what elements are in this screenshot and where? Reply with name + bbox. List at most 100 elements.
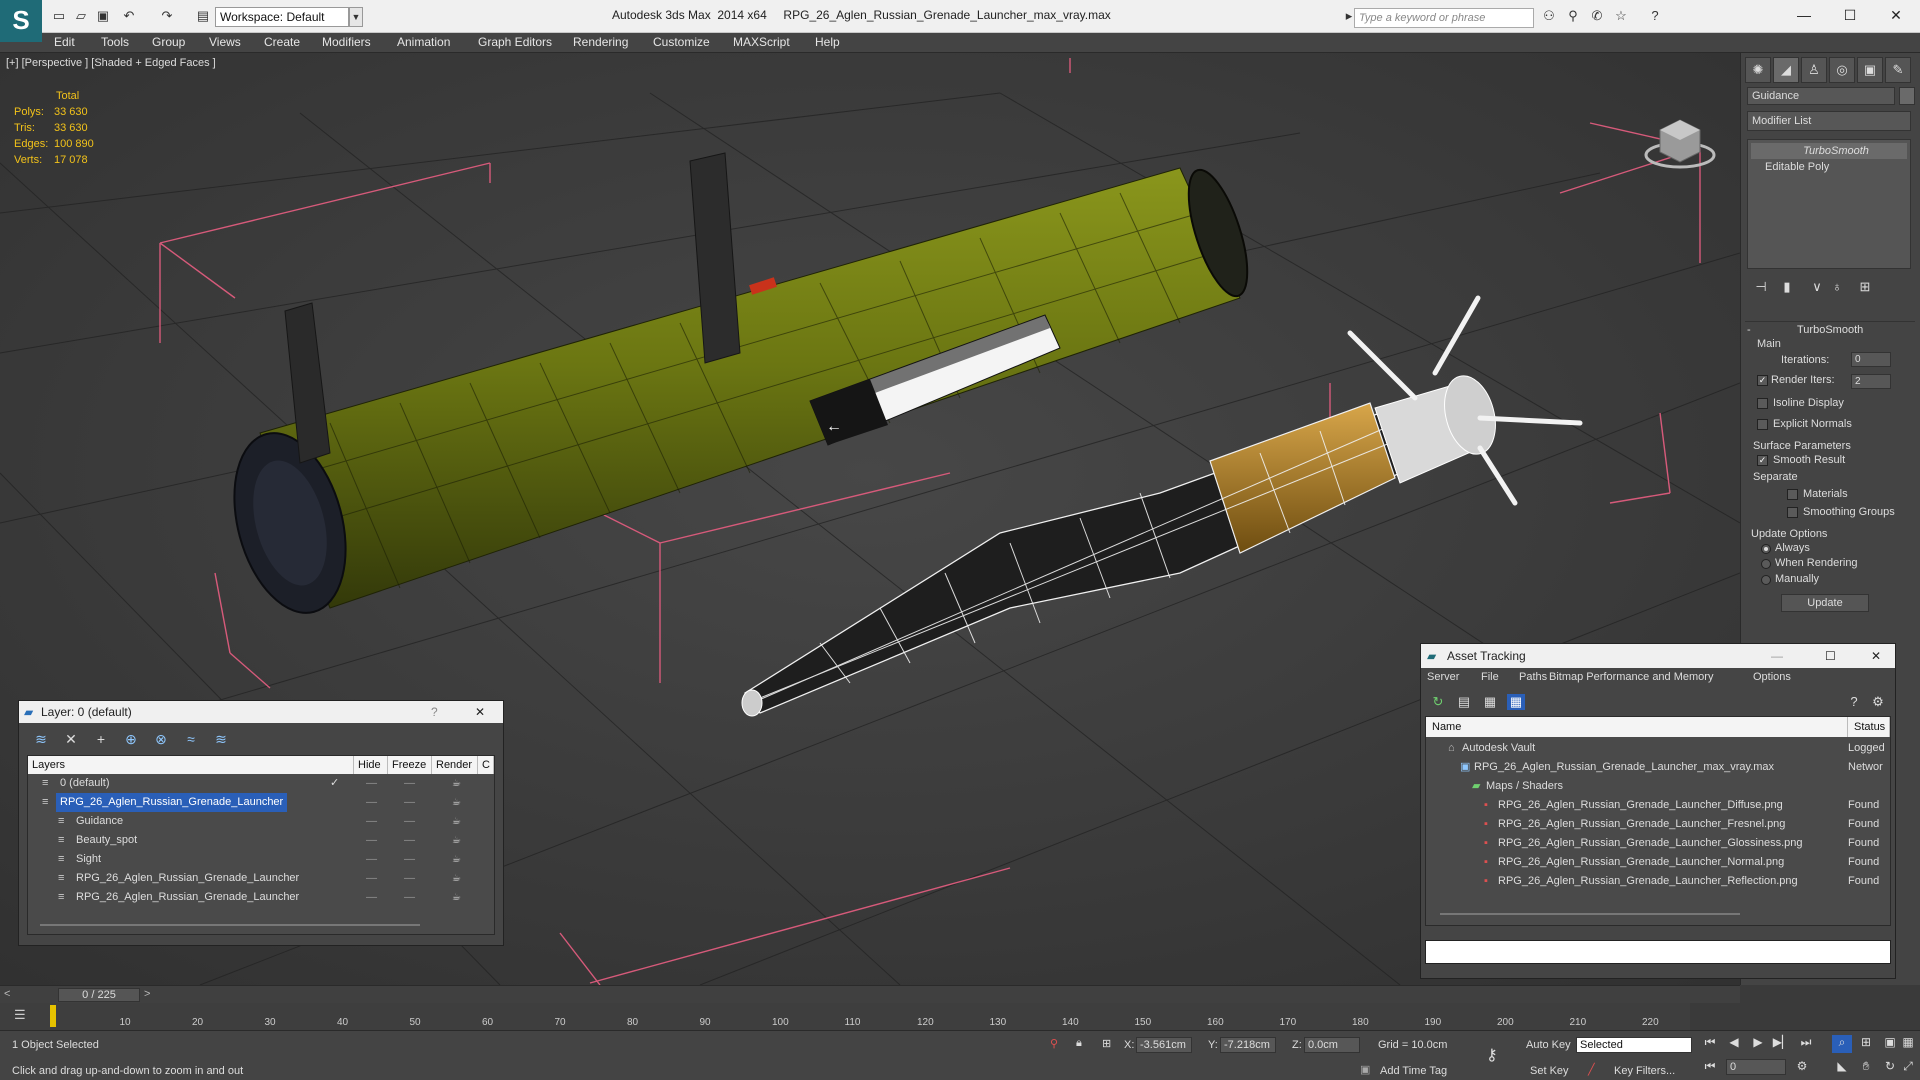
close-icon[interactable]: ✕ <box>475 701 485 723</box>
show-end-result-icon[interactable]: ▮ <box>1777 279 1797 297</box>
menu-maxscript[interactable]: MAXScript <box>733 35 790 49</box>
rollout-collapse-icon[interactable]: - <box>1747 324 1751 336</box>
pin-stack-icon[interactable]: ⊣ <box>1751 279 1771 297</box>
frame-indicator[interactable]: 0 / 225 <box>58 988 140 1002</box>
go-to-start-icon[interactable]: ⏮ <box>1700 1035 1720 1053</box>
menu-animation[interactable]: Animation <box>397 35 450 49</box>
remove-modifier-icon[interactable]: ♁ <box>1827 279 1847 297</box>
asset-row[interactable]: ▣ RPG_26_Aglen_Russian_Grenade_Launcher_m… <box>1426 758 1890 777</box>
hide-toggle[interactable]: ‒‒ <box>366 812 377 831</box>
smoothing-groups-checkbox[interactable] <box>1787 507 1798 518</box>
help-icon[interactable]: ? <box>1646 8 1664 24</box>
default-tangent-icon[interactable]: ╱ <box>1588 1063 1595 1076</box>
asset-menu-server[interactable]: Server <box>1427 671 1459 683</box>
menu-rendering[interactable]: Rendering <box>573 35 628 49</box>
materials-checkbox[interactable] <box>1787 489 1798 500</box>
menu-edit[interactable]: Edit <box>54 35 75 49</box>
hide-toggle[interactable]: ‒‒ <box>366 831 377 850</box>
layer-row[interactable]: ≡ Sight ‒‒ ‒‒ ☕︎ <box>28 850 494 869</box>
refresh-icon[interactable]: ↻ <box>1429 694 1447 710</box>
hide-toggle[interactable]: ‒‒ <box>366 888 377 907</box>
chevron-down-icon[interactable]: ▼ <box>349 7 363 27</box>
asset-row[interactable]: ▰ Maps / Shaders <box>1426 777 1890 796</box>
render-teapot-icon[interactable]: ☕︎ <box>452 869 461 888</box>
next-frame-icon[interactable]: ▶▏ <box>1772 1035 1792 1053</box>
redo-icon[interactable]: ↷ <box>158 8 176 24</box>
hide-toggle[interactable]: ‒‒ <box>366 774 377 793</box>
select-objects-icon[interactable]: ⊕ <box>121 731 141 749</box>
col-name[interactable]: Name <box>1426 717 1848 737</box>
asset-row[interactable]: ▪ RPG_26_Aglen_Russian_Grenade_Launcher_R… <box>1426 872 1890 891</box>
layer-name[interactable]: RPG_26_Aglen_Russian_Grenade_Launcher <box>56 793 288 812</box>
play-icon[interactable]: ▶ <box>1748 1035 1768 1053</box>
render-iters-spinner[interactable]: 2 <box>1851 374 1891 389</box>
binoculars-icon[interactable]: ⚇ <box>1540 8 1558 24</box>
layer-name[interactable]: Guidance <box>72 812 127 831</box>
time-tag-icon[interactable]: ▣ <box>1360 1063 1370 1076</box>
search-input[interactable]: Type a keyword or phrase <box>1354 8 1534 28</box>
hierarchy-tab-icon[interactable]: ♙ <box>1801 57 1827 83</box>
freeze-toggle[interactable]: ‒‒ <box>404 869 415 888</box>
col-render[interactable]: Render <box>432 756 478 774</box>
layer-row[interactable]: ≡ Beauty_spot ‒‒ ‒‒ ☕︎ <box>28 831 494 850</box>
zoom-extents-icon[interactable]: ▣ <box>1880 1035 1900 1053</box>
add-time-tag[interactable]: Add Time Tag <box>1380 1065 1447 1077</box>
layer-row[interactable]: ≡ RPG_26_Aglen_Russian_Grenade_Launcher ‒‒… <box>28 793 494 812</box>
asset-row[interactable]: ▪ RPG_26_Aglen_Russian_Grenade_Launcher_F… <box>1426 815 1890 834</box>
slider-prev-icon[interactable]: < <box>4 988 10 1000</box>
maximize-viewport-icon[interactable]: ⤢ <box>1898 1059 1918 1077</box>
asset-path-field[interactable] <box>1425 940 1891 964</box>
hide-all-icon[interactable]: ≈ <box>181 731 201 749</box>
y-coordinate-field[interactable]: -7.218cm <box>1220 1037 1276 1053</box>
motion-tab-icon[interactable]: ◎ <box>1829 57 1855 83</box>
delete-layer-icon[interactable]: ✕ <box>61 731 81 749</box>
isoline-checkbox[interactable] <box>1757 398 1768 409</box>
help-icon[interactable]: ? <box>431 701 438 723</box>
layer-row[interactable]: ≡ Guidance ‒‒ ‒‒ ☕︎ <box>28 812 494 831</box>
minimize-icon[interactable]: — <box>1771 644 1783 668</box>
asset-row[interactable]: ⌂ Autodesk Vault Logged <box>1426 739 1890 758</box>
col-color[interactable]: C <box>478 756 494 774</box>
object-color-swatch[interactable] <box>1899 87 1915 105</box>
hide-toggle[interactable]: ‒‒ <box>366 793 377 812</box>
menu-modifiers[interactable]: Modifiers <box>322 35 371 49</box>
object-name-field[interactable]: Guidance <box>1747 87 1895 105</box>
help-icon[interactable]: ? <box>1845 694 1863 710</box>
z-coordinate-field[interactable]: 0.0cm <box>1304 1037 1360 1053</box>
freeze-toggle[interactable]: ‒‒ <box>404 793 415 812</box>
freeze-toggle[interactable]: ‒‒ <box>404 774 415 793</box>
pan-icon[interactable]: ✋︎ <box>1856 1059 1876 1077</box>
asset-menu-paths[interactable]: Paths <box>1519 671 1547 683</box>
minimize-icon[interactable]: — <box>1784 4 1824 26</box>
render-teapot-icon[interactable]: ☕︎ <box>452 831 461 850</box>
table-view-icon[interactable]: ▦ <box>1507 694 1525 710</box>
menu-group[interactable]: Group <box>152 35 185 49</box>
time-slider[interactable]: < 0 / 225 > <box>0 985 1740 1003</box>
freeze-all-icon[interactable]: ≋ <box>211 731 231 749</box>
always-radio[interactable] <box>1761 544 1771 554</box>
freeze-toggle[interactable]: ‒‒ <box>404 831 415 850</box>
col-layers[interactable]: Layers <box>28 756 354 774</box>
absolute-mode-icon[interactable]: ⊞ <box>1102 1037 1111 1050</box>
create-layer-icon[interactable]: ≋ <box>31 731 51 749</box>
menu-views[interactable]: Views <box>209 35 241 49</box>
orbit-icon[interactable]: ↻ <box>1880 1059 1900 1077</box>
add-to-layer-icon[interactable]: + <box>91 731 111 749</box>
zoom-icon[interactable]: ⌕ <box>1832 1035 1852 1053</box>
layer-name[interactable]: RPG_26_Aglen_Russian_Grenade_Launcher <box>72 888 303 907</box>
hide-toggle[interactable]: ‒‒ <box>366 869 377 888</box>
render-teapot-icon[interactable]: ☕︎ <box>452 793 461 812</box>
current-frame-field[interactable]: 0 <box>1726 1059 1786 1075</box>
favorites-star-icon[interactable]: ☆ <box>1612 8 1630 24</box>
asset-menu-file[interactable]: File <box>1481 671 1499 683</box>
freeze-toggle[interactable]: ‒‒ <box>404 812 415 831</box>
stack-item-editable-poly[interactable]: Editable Poly <box>1751 159 1907 175</box>
manually-radio[interactable] <box>1761 575 1771 585</box>
thumbnail-view-icon[interactable]: ▦ <box>1481 694 1499 710</box>
x-coordinate-field[interactable]: -3.561cm <box>1136 1037 1192 1053</box>
menu-create[interactable]: Create <box>264 35 300 49</box>
modify-tab-icon[interactable]: ◢ <box>1773 57 1799 83</box>
zoom-all-icon[interactable]: ⊞ <box>1856 1035 1876 1053</box>
open-file-icon[interactable]: ▱ <box>72 8 90 24</box>
asset-row[interactable]: ▪ RPG_26_Aglen_Russian_Grenade_Launcher_D… <box>1426 796 1890 815</box>
